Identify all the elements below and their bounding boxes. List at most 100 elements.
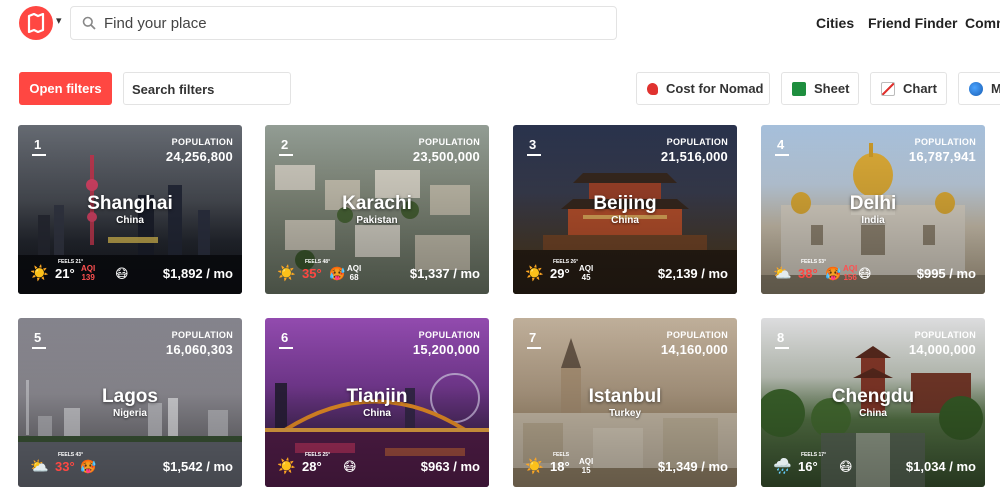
aqi-badge: AQI 156 xyxy=(843,264,857,282)
nav-friend-finder[interactable]: Friend Finder xyxy=(868,15,957,31)
city-card-chengdu[interactable]: 8 POPULATION 14,000,000 Chengdu China FE… xyxy=(761,318,985,487)
population-value: 16,787,941 xyxy=(908,149,976,164)
population-label: POPULATION xyxy=(418,330,480,340)
city-card-istanbul[interactable]: 7 POPULATION 14,160,000 Istanbul Turkey … xyxy=(513,318,737,487)
mask-face-icon: 😷 xyxy=(343,459,357,474)
cost-for-nomad-button[interactable]: Cost for Nomad xyxy=(636,72,770,105)
sun-icon: ☀️ xyxy=(525,458,544,475)
city-name: Istanbul xyxy=(588,386,662,407)
rank-number: 8 xyxy=(777,330,785,345)
population-label: POPULATION xyxy=(171,330,233,340)
temperature: 38° xyxy=(798,266,818,281)
population-value: 15,200,000 xyxy=(412,342,480,357)
feels-like: FEELS 26° xyxy=(553,259,579,265)
monthly-cost: $2,139 / mo xyxy=(657,266,728,281)
aqi-label: AQI xyxy=(579,264,594,273)
city-card-lagos[interactable]: 5 POPULATION 16,060,303 Lagos Nigeria FE… xyxy=(18,318,242,487)
sun-icon: ☀️ xyxy=(277,458,296,475)
aqi-label: AQI xyxy=(843,264,858,273)
country-name: Nigeria xyxy=(113,408,147,419)
population-label: POPULATION xyxy=(914,137,976,147)
aqi-value: 15 xyxy=(581,466,591,475)
monthly-cost: $1,892 / mo xyxy=(162,266,233,281)
aqi-value: 45 xyxy=(581,273,591,282)
temperature: 35° xyxy=(302,266,322,281)
city-card-beijing[interactable]: 3 POPULATION 21,516,000 Beijing China FE… xyxy=(513,125,737,294)
population-value: 23,500,000 xyxy=(412,149,480,164)
aqi-badge: AQI 139 xyxy=(81,264,95,282)
spreadsheet-icon xyxy=(792,81,806,96)
country-name: China xyxy=(116,215,144,226)
sheet-button[interactable]: Sheet xyxy=(781,72,859,105)
rank-number: 2 xyxy=(281,137,289,152)
monthly-cost: $995 / mo xyxy=(916,266,976,281)
map-label: M xyxy=(991,81,1000,96)
hot-face-icon: 🥵 xyxy=(80,459,97,474)
rank-number: 6 xyxy=(281,330,289,345)
chevron-down-icon[interactable]: ▾ xyxy=(56,14,62,27)
rank-number: 3 xyxy=(529,137,537,152)
aqi-label: AQI xyxy=(81,264,96,273)
aqi-badge: AQI 68 xyxy=(347,264,361,282)
feels-like: FEELS 43° xyxy=(58,452,84,458)
rank-underline xyxy=(32,154,46,156)
population-value: 16,060,303 xyxy=(165,342,233,357)
population-value: 24,256,800 xyxy=(165,149,233,164)
city-card-tianjin[interactable]: 6 POPULATION 15,200,000 Tianjin China FE… xyxy=(265,318,489,487)
mask-face-icon: 😷 xyxy=(858,266,872,281)
population-value: 21,516,000 xyxy=(660,149,728,164)
sun-icon: ☀️ xyxy=(277,265,296,282)
price-tag-icon xyxy=(647,82,658,95)
city-card-shanghai[interactable]: 1 POPULATION 24,256,800 Shanghai China F… xyxy=(18,125,242,294)
population-label: POPULATION xyxy=(666,137,728,147)
mask-face-icon: 😷 xyxy=(839,459,853,474)
chart-icon xyxy=(881,81,895,96)
country-name: China xyxy=(859,408,887,419)
population-value: 14,160,000 xyxy=(660,342,728,357)
city-name: Tianjin xyxy=(346,386,408,407)
rank-number: 5 xyxy=(34,330,42,345)
map-button[interactable]: M xyxy=(958,72,1000,105)
search-icon xyxy=(82,16,96,30)
temperature: 18° xyxy=(550,459,570,474)
temperature: 21° xyxy=(55,266,75,281)
rank-underline xyxy=(527,154,541,156)
country-name: Pakistan xyxy=(356,215,398,226)
population-value: 14,000,000 xyxy=(908,342,976,357)
chart-button[interactable]: Chart xyxy=(870,72,947,105)
population-label: POPULATION xyxy=(418,137,480,147)
nav-community[interactable]: Comm xyxy=(965,15,1000,31)
hot-face-icon: 🥵 xyxy=(825,266,842,281)
chart-label: Chart xyxy=(903,81,937,96)
feels-like: FEELS 53° xyxy=(801,259,827,265)
temperature: 33° xyxy=(55,459,75,474)
feels-like: FEELS 21° xyxy=(58,259,84,265)
nav-cities[interactable]: Cities xyxy=(816,15,854,31)
city-card-delhi[interactable]: 4 POPULATION 16,787,941 Delhi India FEEL… xyxy=(761,125,985,294)
city-name: Chengdu xyxy=(831,386,915,407)
sun-icon: ☀️ xyxy=(525,265,544,282)
top-header: ▾ Cities Friend Finder Comm xyxy=(0,0,1000,48)
rank-underline xyxy=(775,154,789,156)
feels-like: FEELS 17° xyxy=(801,452,827,458)
aqi-value: 156 xyxy=(843,273,857,282)
rank-number: 7 xyxy=(529,330,537,345)
cost-for-nomad-label: Cost for Nomad xyxy=(666,81,764,96)
temperature: 29° xyxy=(550,266,570,281)
mask-face-icon: 😷 xyxy=(115,266,129,281)
city-card-karachi[interactable]: 2 POPULATION 23,500,000 Karachi Pakistan… xyxy=(265,125,489,294)
country-name: China xyxy=(363,408,391,419)
search-box[interactable] xyxy=(70,6,617,40)
feels-like: FEELS 48° xyxy=(305,259,331,265)
nomad-logo[interactable] xyxy=(19,6,53,40)
city-name: Karachi xyxy=(342,193,412,214)
sheet-label: Sheet xyxy=(814,81,850,96)
globe-icon xyxy=(969,81,983,96)
rank-number: 4 xyxy=(777,137,785,152)
aqi-label: AQI xyxy=(347,264,362,273)
search-input[interactable] xyxy=(104,7,604,39)
cloud-sun-icon: ⛅ xyxy=(30,458,49,475)
rank-underline xyxy=(775,347,789,349)
open-filters-button[interactable]: Open filters xyxy=(19,72,112,105)
search-filters-input[interactable]: Search filters xyxy=(123,72,291,105)
